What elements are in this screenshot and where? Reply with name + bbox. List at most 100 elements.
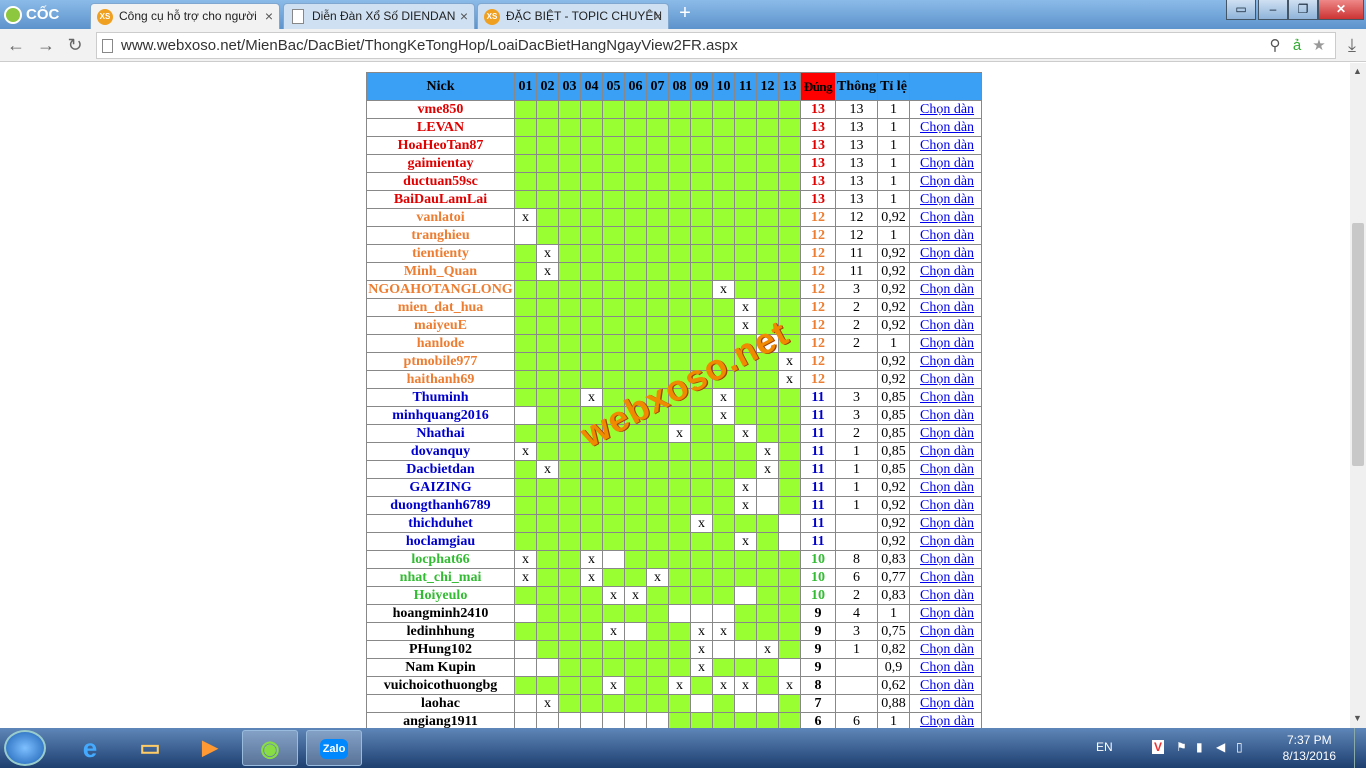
tile-cell: 0,92 — [877, 496, 910, 515]
chon-dan-link[interactable]: Chọn dàn — [909, 604, 982, 623]
chon-dan-link[interactable]: Chọn dàn — [909, 424, 982, 443]
scroll-up-icon[interactable]: ▲ — [1353, 66, 1362, 76]
new-tab-button[interactable]: + — [674, 2, 696, 26]
chon-dan-link[interactable]: Chọn dàn — [909, 244, 982, 263]
page-content: Nick 01 02 03 04 05 06 07 08 09 10 11 12 13 Đúng Thông… — [0, 63, 1350, 728]
clock[interactable]: 7:37 PM 8/13/2016 — [1283, 732, 1336, 764]
chon-dan-link[interactable]: Chọn dàn — [909, 298, 982, 317]
language-indicator[interactable]: EN — [1096, 740, 1113, 754]
chon-dan-link[interactable]: Chọn dàn — [909, 334, 982, 353]
chon-dan-link[interactable]: Chọn dàn — [909, 586, 982, 605]
dung-cell: 13 — [800, 136, 836, 155]
zalo-icon[interactable]: Zalo — [306, 730, 362, 766]
browser-logo[interactable]: CỐC CỐC — [0, 2, 88, 48]
chon-dan-link[interactable]: Chọn dàn — [909, 442, 982, 461]
hit-cell — [624, 118, 647, 137]
close-icon[interactable]: × — [265, 4, 273, 28]
minimize-button[interactable]: – — [1258, 0, 1288, 20]
chon-dan-link[interactable]: Chọn dàn — [909, 136, 982, 155]
hit-cell — [536, 640, 559, 659]
address-bar[interactable]: www.webxoso.net/MienBac/DacBiet/ThongKeT… — [96, 32, 1336, 59]
chon-dan-link[interactable]: Chọn dàn — [909, 316, 982, 335]
chon-dan-link[interactable]: Chọn dàn — [909, 280, 982, 299]
thong-cell: 1 — [835, 496, 878, 515]
url-text[interactable]: www.webxoso.net/MienBac/DacBiet/ThongKeT… — [121, 33, 738, 58]
chon-dan-link[interactable]: Chọn dàn — [909, 478, 982, 497]
forward-icon[interactable]: → — [34, 33, 58, 57]
reload-icon[interactable]: ↻ — [63, 33, 87, 57]
hit-cell — [734, 442, 757, 461]
chon-dan-link[interactable]: Chọn dàn — [909, 640, 982, 659]
hit-cell — [536, 568, 559, 587]
chon-dan-link[interactable]: Chọn dàn — [909, 568, 982, 587]
flag-icon[interactable]: ⚑ — [1176, 740, 1187, 754]
hit-cell — [734, 208, 757, 227]
chon-dan-link[interactable]: Chọn dàn — [909, 388, 982, 407]
chon-dan-link[interactable]: Chọn dàn — [909, 208, 982, 227]
hit-cell — [602, 550, 625, 569]
download-icon[interactable]: ⤓ — [1340, 33, 1364, 57]
chon-dan-link[interactable]: Chọn dàn — [909, 712, 982, 728]
chon-dan-link[interactable]: Chọn dàn — [909, 190, 982, 209]
close-icon[interactable]: × — [654, 4, 662, 28]
window-close-button[interactable]: ✕ — [1318, 0, 1364, 20]
nick-cell: hoangminh2410 — [366, 604, 515, 623]
miss-cell: x — [690, 514, 713, 533]
table-row: BaiDauLamLai 13 13 1 Chọn dàn — [366, 190, 982, 209]
table-row: gaimientay 13 13 1 Chọn dàn — [366, 154, 982, 173]
chon-dan-link[interactable]: Chọn dàn — [909, 532, 982, 551]
zoom-icon[interactable]: ⚲ — [1265, 36, 1285, 56]
volume-icon[interactable]: ◀ — [1216, 740, 1225, 754]
vietnamese-ime-icon[interactable]: V — [1152, 740, 1165, 754]
chon-dan-link[interactable]: Chọn dàn — [909, 118, 982, 137]
tab-congcu[interactable]: XS Công cụ hỗ trợ cho người × — [90, 3, 280, 29]
tab-diendan[interactable]: Diễn Đàn Xổ Số DIENDAN × — [283, 3, 475, 29]
col-num-03: 03 — [558, 72, 581, 101]
chon-dan-link[interactable]: Chọn dàn — [909, 226, 982, 245]
start-button[interactable] — [4, 730, 46, 766]
hit-cell — [646, 604, 669, 623]
ie-icon[interactable]: e — [62, 730, 118, 766]
chon-dan-link[interactable]: Chọn dàn — [909, 550, 982, 569]
coccoc-icon[interactable]: ◉ — [242, 730, 298, 766]
scrollbar-thumb[interactable] — [1352, 223, 1364, 466]
tile-cell: 0,85 — [877, 442, 910, 461]
hit-cell — [558, 604, 581, 623]
chon-dan-link[interactable]: Chọn dàn — [909, 658, 982, 677]
chon-dan-link[interactable]: Chọn dàn — [909, 406, 982, 425]
vietnamese-input-icon[interactable]: ả — [1287, 36, 1307, 56]
scrollbar[interactable]: ▲ ▼ — [1350, 63, 1366, 728]
signal-icon[interactable]: ▮ — [1196, 740, 1203, 754]
scroll-down-icon[interactable]: ▼ — [1353, 713, 1362, 723]
thong-cell: 2 — [835, 586, 878, 605]
hit-cell — [712, 442, 735, 461]
chon-dan-link[interactable]: Chọn dàn — [909, 154, 982, 173]
chon-dan-link[interactable]: Chọn dàn — [909, 262, 982, 281]
media-player-icon[interactable]: ▶ — [182, 730, 238, 766]
bookmark-star-icon[interactable]: ★ — [1309, 36, 1329, 56]
chon-dan-link[interactable]: Chọn dàn — [909, 352, 982, 371]
chon-dan-link[interactable]: Chọn dàn — [909, 496, 982, 515]
hit-cell — [778, 316, 801, 335]
chon-dan-link[interactable]: Chọn dàn — [909, 622, 982, 641]
hit-cell — [668, 442, 691, 461]
close-icon[interactable]: × — [460, 4, 468, 28]
chon-dan-link[interactable]: Chọn dàn — [909, 514, 982, 533]
chon-dan-link[interactable]: Chọn dàn — [909, 172, 982, 191]
explorer-icon[interactable]: ▭ — [122, 730, 178, 766]
chon-dan-link[interactable]: Chọn dàn — [909, 370, 982, 389]
show-desktop-button[interactable] — [1354, 728, 1366, 768]
hit-cell — [668, 262, 691, 281]
hit-cell — [580, 190, 603, 209]
hit-cell — [536, 226, 559, 245]
back-icon[interactable]: ← — [4, 33, 28, 57]
chon-dan-link[interactable]: Chọn dàn — [909, 694, 982, 713]
battery-icon[interactable]: ▯ — [1236, 740, 1243, 754]
dung-cell: 9 — [800, 604, 836, 623]
tab-dacbiet[interactable]: XS ĐẶC BIỆT - TOPIC CHUYÊN × — [477, 3, 669, 29]
user-button[interactable]: ▭ — [1226, 0, 1256, 20]
chon-dan-link[interactable]: Chọn dàn — [909, 100, 982, 119]
chon-dan-link[interactable]: Chọn dàn — [909, 676, 982, 695]
maximize-button[interactable]: ❐ — [1288, 0, 1318, 20]
chon-dan-link[interactable]: Chọn dàn — [909, 460, 982, 479]
